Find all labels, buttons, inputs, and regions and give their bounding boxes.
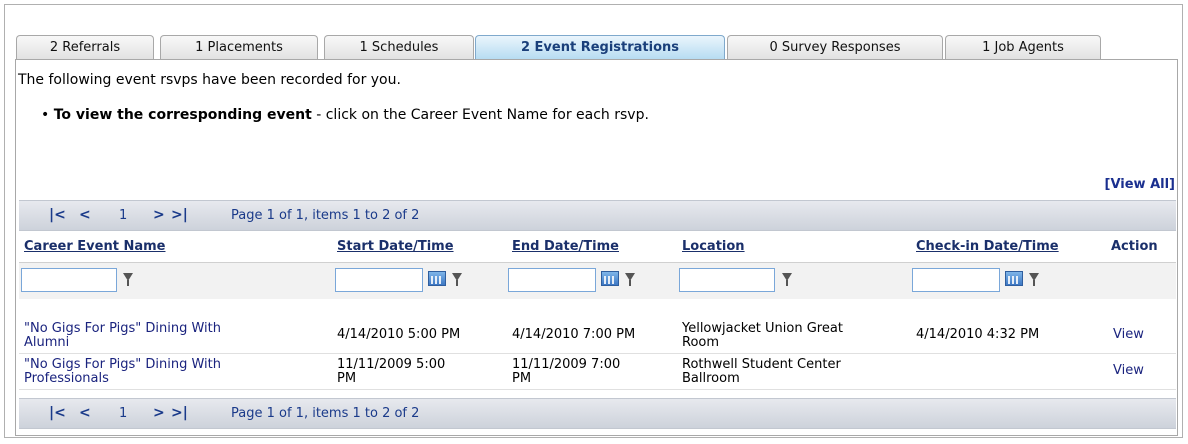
col-header-start[interactable]: Start Date/Time [337,239,454,254]
location-cell: Yellowjacket Union Great [682,321,843,336]
checkin-cell: 4/14/2010 4:32 PM [916,327,1040,342]
filter-icon[interactable] [123,273,133,286]
tab-label: 2 Referrals [49,40,121,55]
filter-icon[interactable] [782,273,792,286]
event-registrations-panel: The following event rsvps have been reco… [15,59,1178,436]
location-cell-cont: Ballroom [682,371,740,386]
next-page-button[interactable]: > [153,207,165,223]
first-page-button[interactable]: |< [49,405,66,421]
view-all-link[interactable]: [View All] [1105,177,1176,192]
event-name-link[interactable]: "No Gigs For Pigs" Dining With [24,322,221,336]
event-name-link-cont[interactable]: Alumni [24,336,69,350]
end-cell: 4/14/2010 7:00 PM [512,327,636,342]
tab-label: 0 Survey Responses [769,40,901,55]
calendar-icon[interactable] [428,271,446,286]
pager-info: Page 1 of 1, items 1 to 2 of 2 [231,208,420,223]
end-filter-input[interactable] [508,268,596,292]
filter-icon[interactable] [452,273,462,286]
page-number[interactable]: 1 [119,406,127,421]
tab-label: 1 Schedules [359,40,439,55]
column-header-row: Career Event Name Start Date/Time End Da… [19,232,1176,263]
tab-referrals[interactable]: 2 Referrals [16,35,154,59]
tab-survey-responses[interactable]: 0 Survey Responses [727,35,943,59]
instruction-bold: To view the corresponding event [53,107,312,123]
end-cell-cont: PM [512,371,532,386]
calendar-icon[interactable] [601,271,619,286]
col-header-end[interactable]: End Date/Time [512,239,619,254]
first-page-button[interactable]: |< [49,207,66,223]
col-header-location[interactable]: Location [682,239,745,254]
end-cell: 11/11/2009 7:00 [512,357,621,372]
event-name-link[interactable]: "No Gigs For Pigs" Dining With [24,358,221,372]
calendar-icon[interactable] [1005,271,1023,286]
filter-icon[interactable] [625,273,635,286]
location-cell-cont: Room [682,335,720,350]
table-row: "No Gigs For Pigs" Dining With Professio… [19,354,1176,390]
intro-text: The following event rsvps have been reco… [18,72,401,88]
instruction-rest: - click on the Career Event Name for eac… [311,107,649,123]
start-cell: 11/11/2009 5:00 [337,357,446,372]
start-filter-input[interactable] [335,268,423,292]
table-row: "No Gigs For Pigs" Dining With Alumni 4/… [19,318,1176,354]
tab-label: 1 Job Agents [982,40,1064,55]
pager-bottom: |< < 1 > >| Page 1 of 1, items 1 to 2 of… [19,398,1176,429]
event-name-link-cont[interactable]: Professionals [24,372,109,386]
tab-job-agents[interactable]: 1 Job Agents [945,35,1101,59]
last-page-button[interactable]: >| [171,405,188,421]
page-number[interactable]: 1 [119,208,127,223]
location-filter-input[interactable] [679,268,775,292]
prev-page-button[interactable]: < [79,207,91,223]
location-cell: Rothwell Student Center [682,357,841,372]
tab-label: 1 Placements [195,40,283,55]
checkin-filter-input[interactable] [912,268,1000,292]
pager-info: Page 1 of 1, items 1 to 2 of 2 [231,406,420,421]
view-link[interactable]: View [1113,328,1144,342]
tab-placements[interactable]: 1 Placements [160,35,318,59]
prev-page-button[interactable]: < [79,405,91,421]
col-header-action: Action [1111,239,1158,254]
view-link[interactable]: View [1113,364,1144,378]
pager-top: |< < 1 > >| Page 1 of 1, items 1 to 2 of… [19,200,1176,231]
tab-event-registrations[interactable]: 2 Event Registrations [475,35,725,59]
start-cell: 4/14/2010 5:00 PM [337,327,461,342]
col-header-checkin[interactable]: Check-in Date/Time [916,239,1059,254]
instruction-bullet: • To view the corresponding event - clic… [41,107,649,123]
col-header-name[interactable]: Career Event Name [24,239,165,254]
tab-schedules[interactable]: 1 Schedules [324,35,474,59]
next-page-button[interactable]: > [153,405,165,421]
start-cell-cont: PM [337,371,357,386]
name-filter-input[interactable] [21,268,117,292]
last-page-button[interactable]: >| [171,207,188,223]
filter-row [19,263,1176,299]
tab-label: 2 Event Registrations [520,40,680,55]
filter-icon[interactable] [1029,273,1039,286]
